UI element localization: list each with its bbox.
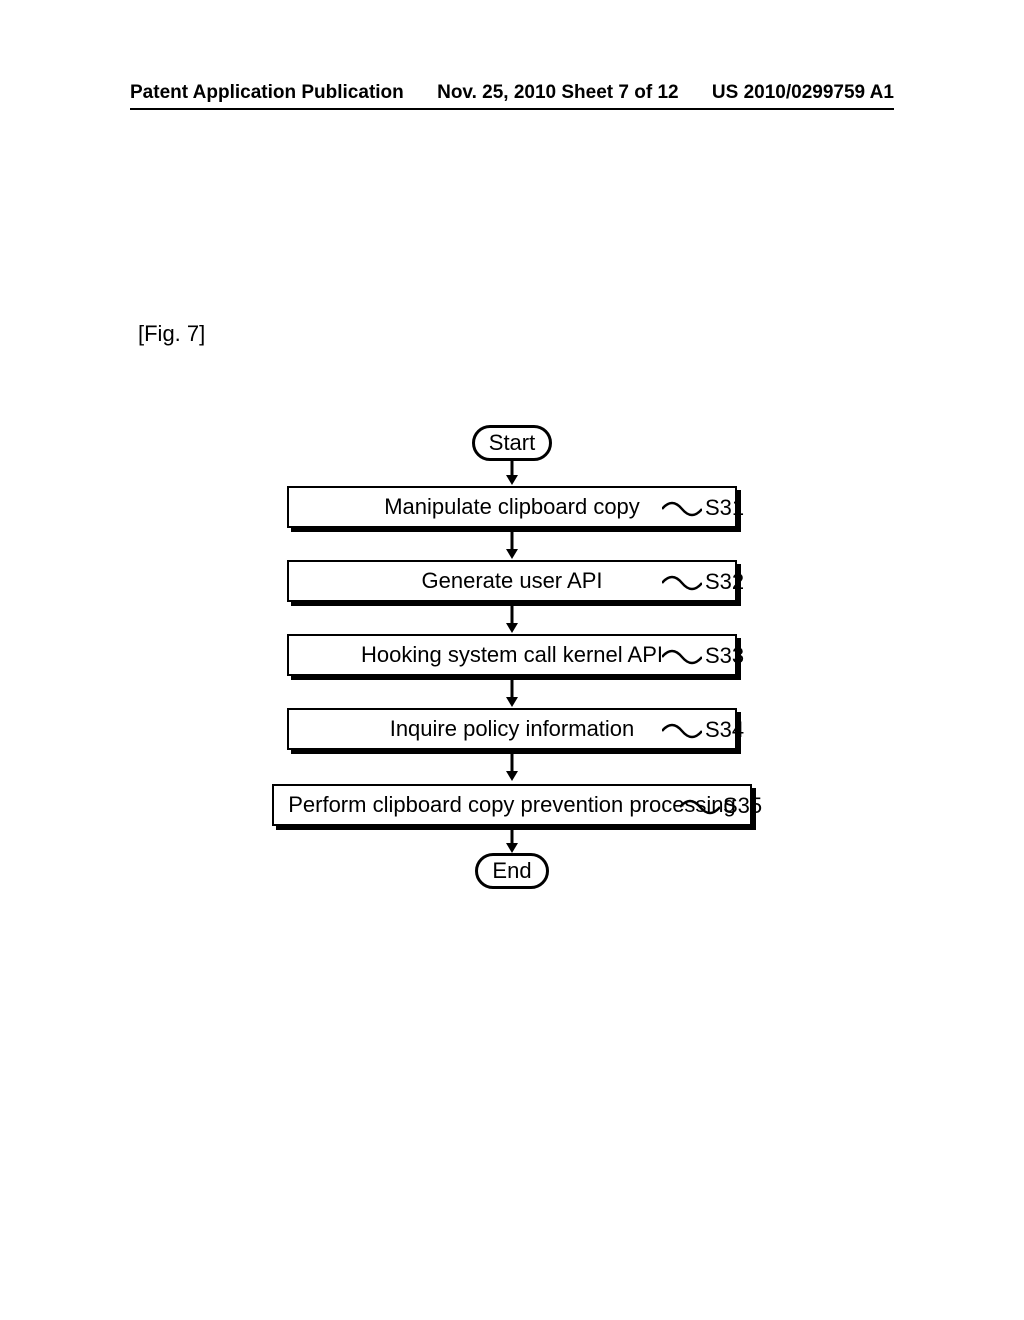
step-label-s33: S33 (705, 643, 744, 669)
figure-label: [Fig. 7] (138, 321, 205, 347)
process-row: Manipulate clipboard copy S31 (0, 485, 1024, 529)
connector-curve (680, 797, 720, 817)
step-label-s31: S31 (705, 495, 744, 521)
arrow (0, 461, 1024, 485)
page-header: Patent Application Publication Nov. 25, … (0, 82, 1024, 104)
flowchart: Start Manipulate clipboard copy S31 Gene… (0, 425, 1024, 889)
arrow (0, 751, 1024, 781)
header-center: Nov. 25, 2010 Sheet 7 of 12 (437, 82, 679, 104)
header-right: US 2010/0299759 A1 (712, 82, 894, 104)
step-label-s32: S32 (705, 569, 744, 595)
header-rule (130, 108, 894, 110)
arrow (0, 829, 1024, 853)
arrow (0, 603, 1024, 633)
process-row: Perform clipboard copy prevention proces… (0, 781, 1024, 829)
connector-curve (662, 647, 702, 667)
terminal-end: End (475, 853, 548, 889)
connector-curve (662, 573, 702, 593)
arrow (0, 677, 1024, 707)
step-label-s35: S35 (723, 793, 762, 819)
connector-curve (662, 499, 702, 519)
process-row: Generate user API S32 (0, 559, 1024, 603)
process-row: Inquire policy information S34 (0, 707, 1024, 751)
arrow (0, 529, 1024, 559)
process-row: Hooking system call kernel API S33 (0, 633, 1024, 677)
connector-curve (662, 721, 702, 741)
terminal-start: Start (472, 425, 552, 461)
header-left: Patent Application Publication (130, 82, 404, 104)
step-label-s34: S34 (705, 717, 744, 743)
